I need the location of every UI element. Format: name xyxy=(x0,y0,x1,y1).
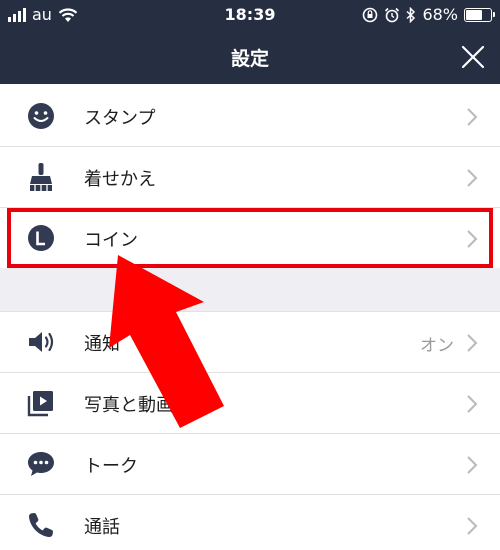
photo-video-icon xyxy=(27,391,53,417)
status-right: 68% xyxy=(362,5,495,24)
settings-item-label: 通話 xyxy=(84,517,120,538)
settings-item-label: 着せかえ xyxy=(84,169,156,190)
settings-item-coin[interactable]: コイン xyxy=(0,208,500,269)
alarm-icon xyxy=(385,7,400,22)
chevron-right-icon xyxy=(467,108,478,126)
page-title: 設定 xyxy=(230,48,269,70)
settings-item-calls[interactable]: 通話 xyxy=(0,495,500,550)
settings-list-top: スタンプ 着せかえ コイン xyxy=(0,86,500,269)
settings-item-label: スタンプ xyxy=(84,108,156,129)
chevron-right-icon xyxy=(467,230,478,248)
speaker-icon xyxy=(29,332,54,352)
chevron-right-icon xyxy=(467,517,478,535)
settings-item-label: コイン xyxy=(84,230,138,251)
settings-item-chats[interactable]: トーク xyxy=(0,434,500,495)
settings-item-label: 写真と動画 xyxy=(84,395,174,416)
status-bar: au 18:39 68% xyxy=(0,0,500,30)
phone-icon xyxy=(28,513,53,538)
chevron-right-icon xyxy=(467,334,478,352)
section-divider xyxy=(0,268,500,312)
battery-icon xyxy=(464,7,495,22)
settings-item-label: 通知 xyxy=(84,334,120,355)
settings-item-label: トーク xyxy=(84,456,138,477)
chat-bubble-icon xyxy=(28,452,54,476)
coin-icon xyxy=(28,225,54,251)
close-icon[interactable] xyxy=(458,42,488,72)
smiley-icon xyxy=(28,103,54,129)
brush-icon xyxy=(30,163,52,191)
notification-status: オン xyxy=(420,336,454,356)
settings-item-photos-videos[interactable]: 写真と動画 xyxy=(0,373,500,434)
settings-item-theme[interactable]: 着せかえ xyxy=(0,147,500,208)
battery-percent: 68% xyxy=(422,5,458,24)
chevron-right-icon xyxy=(467,169,478,187)
battery-level xyxy=(466,9,482,20)
settings-item-notifications[interactable]: 通知 オン xyxy=(0,312,500,373)
settings-item-stamp[interactable]: スタンプ xyxy=(0,86,500,147)
bluetooth-icon xyxy=(406,6,416,23)
settings-list-bottom: 通知 オン 写真と動画 トーク 通話 xyxy=(0,312,500,550)
chevron-right-icon xyxy=(467,456,478,474)
chevron-right-icon xyxy=(467,395,478,413)
nav-bar: 設定 xyxy=(0,30,500,84)
orientation-lock-icon xyxy=(363,7,378,22)
